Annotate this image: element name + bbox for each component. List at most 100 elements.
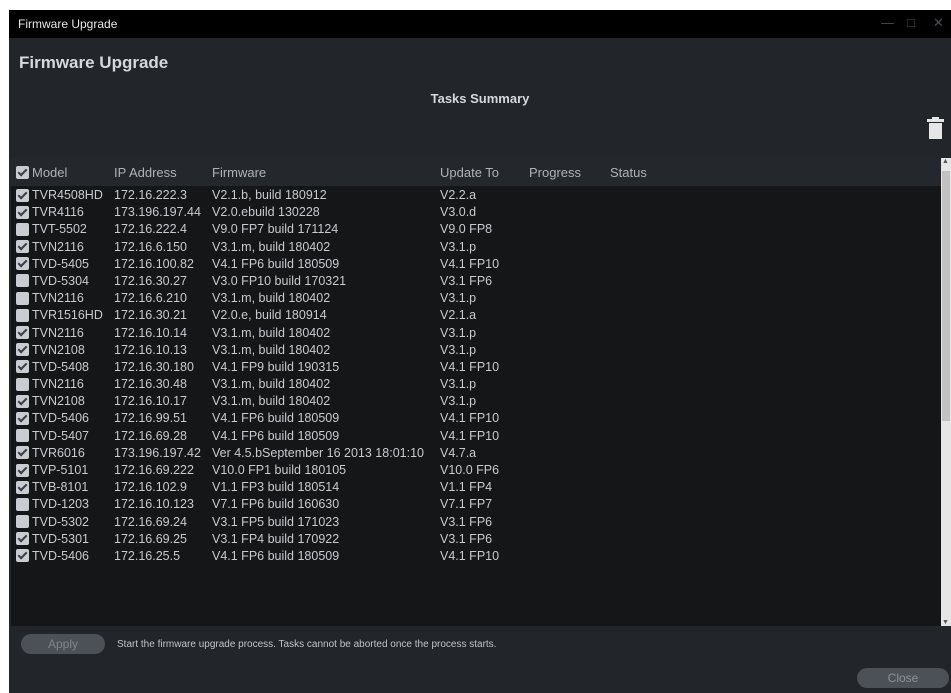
vertical-scrollbar[interactable]: ▲ ▼ [941,158,951,626]
row-checkbox[interactable] [16,274,29,288]
table-row[interactable]: TVN2116 172.16.6.210 V3.1.m, build 180402 V… [11,290,941,307]
maximize-icon[interactable]: □ [907,15,915,30]
model-text: TVD-5407 [32,428,89,443]
minimize-icon[interactable]: — [881,15,894,30]
row-checkbox[interactable] [16,222,29,236]
table-row[interactable]: TVN2108 172.16.10.17 V3.1.m, build 180402 V… [11,393,941,410]
scroll-down-icon[interactable]: ▼ [942,619,949,626]
cell-model: TVT-5502 [16,222,87,236]
apply-button[interactable]: Apply [21,634,105,654]
model-text: TVN2116 [32,325,84,340]
cell-model: TVD-5304 [16,274,89,288]
table-row[interactable]: TVD-5408 172.16.30.180 V4.1 FP9 build 1903… [11,359,941,376]
row-checkbox[interactable] [16,446,29,460]
cell-ip-address: 172.16.69.28 [114,428,187,443]
cell-model: TVR6016 [16,446,85,460]
table-row[interactable]: TVD-1203 172.16.10.123 V7.1 FP6 build 1606… [11,496,941,513]
model-text: TVN2108 [32,342,85,357]
cell-update-to: V3.1.p [440,325,477,340]
cell-update-to: V3.1.p [440,342,477,357]
table-row[interactable]: TVN2116 172.16.10.14 V3.1.m, build 180402 V… [11,325,941,342]
model-text: TVR1516HD [32,308,103,323]
table-row[interactable]: TVD-5301 172.16.69.25 V3.1 FP4 build 17092… [11,531,941,548]
row-checkbox[interactable] [16,360,29,374]
cell-update-to: V3.1.p [440,394,477,409]
model-text: TVR4508HD [32,188,103,202]
column-model[interactable]: Model [16,165,67,180]
model-text: TVB-8101 [32,480,89,495]
row-checkbox[interactable] [16,549,29,563]
row-checkbox[interactable] [16,429,29,443]
table-row[interactable]: TVN2108 172.16.10.13 V3.1.m, build 180402 V… [11,342,941,359]
cell-update-to: V3.1 FP6 [440,514,493,529]
row-checkbox[interactable] [16,326,29,339]
row-checkbox[interactable] [16,394,29,408]
table-row[interactable]: TVN2116 172.16.6.150 V3.1.m, build 180402 V… [11,239,941,256]
table-row[interactable]: TVR1516HD 172.16.30.21 V2.0.e, build 18091… [11,307,941,324]
trash-icon[interactable] [927,117,944,139]
cell-firmware: V3.0 FP10 build 170321 [212,273,347,288]
row-checkbox[interactable] [16,515,29,529]
cell-firmware: V3.1.m, build 180402 [212,377,331,392]
model-text: TVN2116 [32,377,84,392]
row-checkbox[interactable] [16,240,29,254]
row-checkbox[interactable] [16,377,29,391]
row-checkbox[interactable] [16,205,29,219]
row-checkbox[interactable] [16,411,29,425]
cell-update-to: V4.1 FP10 [440,411,500,426]
row-checkbox[interactable] [16,188,29,202]
table-row[interactable]: TVR4116 173.196.197.44 V2.0.ebuild 130228 V… [11,204,941,221]
close-button[interactable]: Close [857,668,949,688]
row-checkbox[interactable] [16,480,29,494]
cell-firmware: V4.1 FP6 build 180509 [212,548,340,563]
row-checkbox[interactable] [16,257,29,271]
row-checkbox[interactable] [16,463,29,477]
cell-ip-address: 172.16.10.14 [114,325,187,340]
cell-ip-address: 172.16.30.27 [114,273,187,288]
cell-model: TVD-5405 [16,257,89,271]
column-progress[interactable]: Progress [529,165,581,180]
row-checkbox[interactable] [16,308,29,322]
cell-update-to: V3.1.p [440,239,477,254]
column-update-to[interactable]: Update To [440,165,499,180]
model-text: TVD-5302 [32,514,89,529]
table-row[interactable]: TVR4508HD 172.16.222.3 V2.1.b, build 18091… [11,187,941,204]
select-all-checkbox[interactable] [16,166,29,179]
close-icon[interactable]: ✕ [933,15,944,31]
cell-model: TVN2116 [16,240,84,254]
cell-firmware: V3.1.m, build 180402 [212,291,331,306]
cell-ip-address: 172.16.69.24 [114,514,187,529]
cell-update-to: V4.1 FP10 [440,256,500,271]
table-row[interactable]: TVN2116 172.16.30.48 V3.1.m, build 180402 V… [11,376,941,393]
scroll-up-icon[interactable]: ▲ [942,158,949,165]
model-text: TVR4116 [32,205,84,220]
column-firmware[interactable]: Firmware [212,165,266,180]
table-row[interactable]: TVD-5302 172.16.69.24 V3.1 FP5 build 17102… [11,514,941,531]
cell-firmware: V9.0 FP7 build 171124 [212,222,339,237]
cell-firmware: V1.1 FP3 build 180514 [212,480,340,495]
table-row[interactable]: TVD-5304 172.16.30.27 V3.0 FP10 build 1703… [11,273,941,290]
table-row[interactable]: TVD-5406 172.16.25.5 V4.1 FP6 build 180509… [11,548,941,565]
row-checkbox[interactable] [16,343,29,357]
table-row[interactable]: TVT-5502 172.16.222.4 V9.0 FP7 build 17112… [11,221,941,238]
table-row[interactable]: TVD-5407 172.16.69.28 V4.1 FP6 build 18050… [11,428,941,445]
scrollbar-thumb[interactable] [942,171,950,421]
cell-firmware: V2.1.b, build 180912 [212,188,327,202]
model-text: TVP-5101 [32,463,89,477]
table-row[interactable]: TVD-5405 172.16.100.82 V4.1 FP6 build 1805… [11,256,941,273]
row-checkbox[interactable] [16,532,29,546]
table-row[interactable]: TVD-5406 172.16.99.51 V4.1 FP6 build 18050… [11,410,941,427]
table-row[interactable]: TVP-5101 172.16.69.222 V10.0 FP1 build 180… [11,462,941,479]
column-ip-address[interactable]: IP Address [114,165,177,180]
cell-firmware: V3.1.m, build 180402 [212,325,331,340]
cell-update-to: V4.1 FP10 [440,359,500,374]
model-text: TVD-5406 [32,411,89,426]
cell-ip-address: 172.16.69.25 [114,531,187,546]
column-status[interactable]: Status [610,165,647,180]
row-checkbox[interactable] [16,497,29,511]
cell-model: TVD-5406 [16,549,89,563]
model-text: TVD-1203 [32,497,89,512]
row-checkbox[interactable] [16,291,29,305]
table-row[interactable]: TVR6016 173.196.197.42 Ver 4.5.bSeptember … [11,445,941,462]
table-row[interactable]: TVB-8101 172.16.102.9 V1.1 FP3 build 18051… [11,479,941,496]
